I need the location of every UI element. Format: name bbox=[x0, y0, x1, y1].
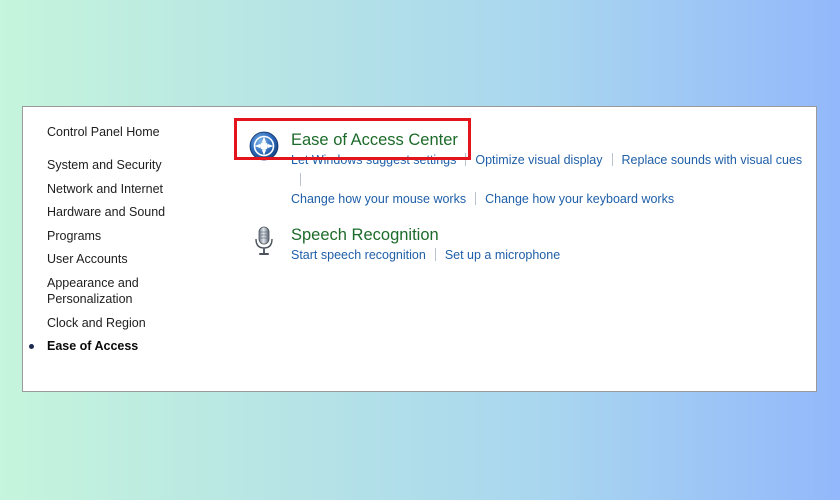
speech-recognition-links: Start speech recognition Set up a microph… bbox=[291, 246, 806, 266]
link-separator bbox=[475, 192, 477, 205]
link-start-speech-recognition[interactable]: Start speech recognition bbox=[291, 248, 426, 262]
link-replace-sounds-with-visual-cues[interactable]: Replace sounds with visual cues bbox=[622, 153, 803, 167]
main-content: Ease of Access Center Let Windows sugges… bbox=[247, 121, 806, 265]
ease-of-access-links: Let Windows suggest settings Optimize vis… bbox=[291, 151, 806, 210]
category-speech-recognition: Speech Recognition Start speech recognit… bbox=[247, 216, 806, 266]
link-separator bbox=[434, 247, 436, 261]
link-separator bbox=[465, 153, 467, 166]
sidebar-control-panel-home[interactable]: Control Panel Home bbox=[47, 125, 222, 139]
category-ease-of-access-center: Ease of Access Center Let Windows sugges… bbox=[247, 121, 806, 210]
control-panel-window: Control Panel Home System and Security N… bbox=[22, 106, 817, 392]
sidebar-item-system-and-security[interactable]: System and Security bbox=[47, 157, 222, 174]
sidebar-item-label: Ease of Access bbox=[47, 339, 139, 353]
sidebar-item-appearance-and-personalization[interactable]: Appearance and Personalization bbox=[47, 275, 222, 308]
sidebar: Control Panel Home System and Security N… bbox=[29, 125, 222, 362]
sidebar-item-user-accounts[interactable]: User Accounts bbox=[47, 251, 222, 268]
active-bullet-icon bbox=[29, 344, 34, 349]
microphone-icon bbox=[255, 226, 273, 255]
ease-of-access-icon bbox=[249, 131, 279, 161]
sidebar-item-programs[interactable]: Programs bbox=[47, 228, 222, 245]
link-separator bbox=[300, 172, 301, 186]
sidebar-item-ease-of-access[interactable]: Ease of Access bbox=[29, 338, 222, 355]
sidebar-item-hardware-and-sound[interactable]: Hardware and Sound bbox=[47, 204, 222, 221]
link-separator bbox=[611, 153, 613, 166]
link-change-mouse[interactable]: Change how your mouse works bbox=[291, 192, 466, 206]
link-set-up-microphone[interactable]: Set up a microphone bbox=[445, 248, 560, 262]
link-optimize-visual-display[interactable]: Optimize visual display bbox=[475, 153, 602, 167]
link-change-keyboard[interactable]: Change how your keyboard works bbox=[485, 192, 674, 206]
speech-recognition-title[interactable]: Speech Recognition bbox=[291, 216, 439, 246]
link-let-windows-suggest-settings[interactable]: Let Windows suggest settings bbox=[291, 153, 456, 167]
ease-of-access-center-title[interactable]: Ease of Access Center bbox=[291, 121, 458, 151]
sidebar-item-network-and-internet[interactable]: Network and Internet bbox=[47, 181, 222, 198]
sidebar-item-clock-and-region[interactable]: Clock and Region bbox=[47, 315, 222, 332]
